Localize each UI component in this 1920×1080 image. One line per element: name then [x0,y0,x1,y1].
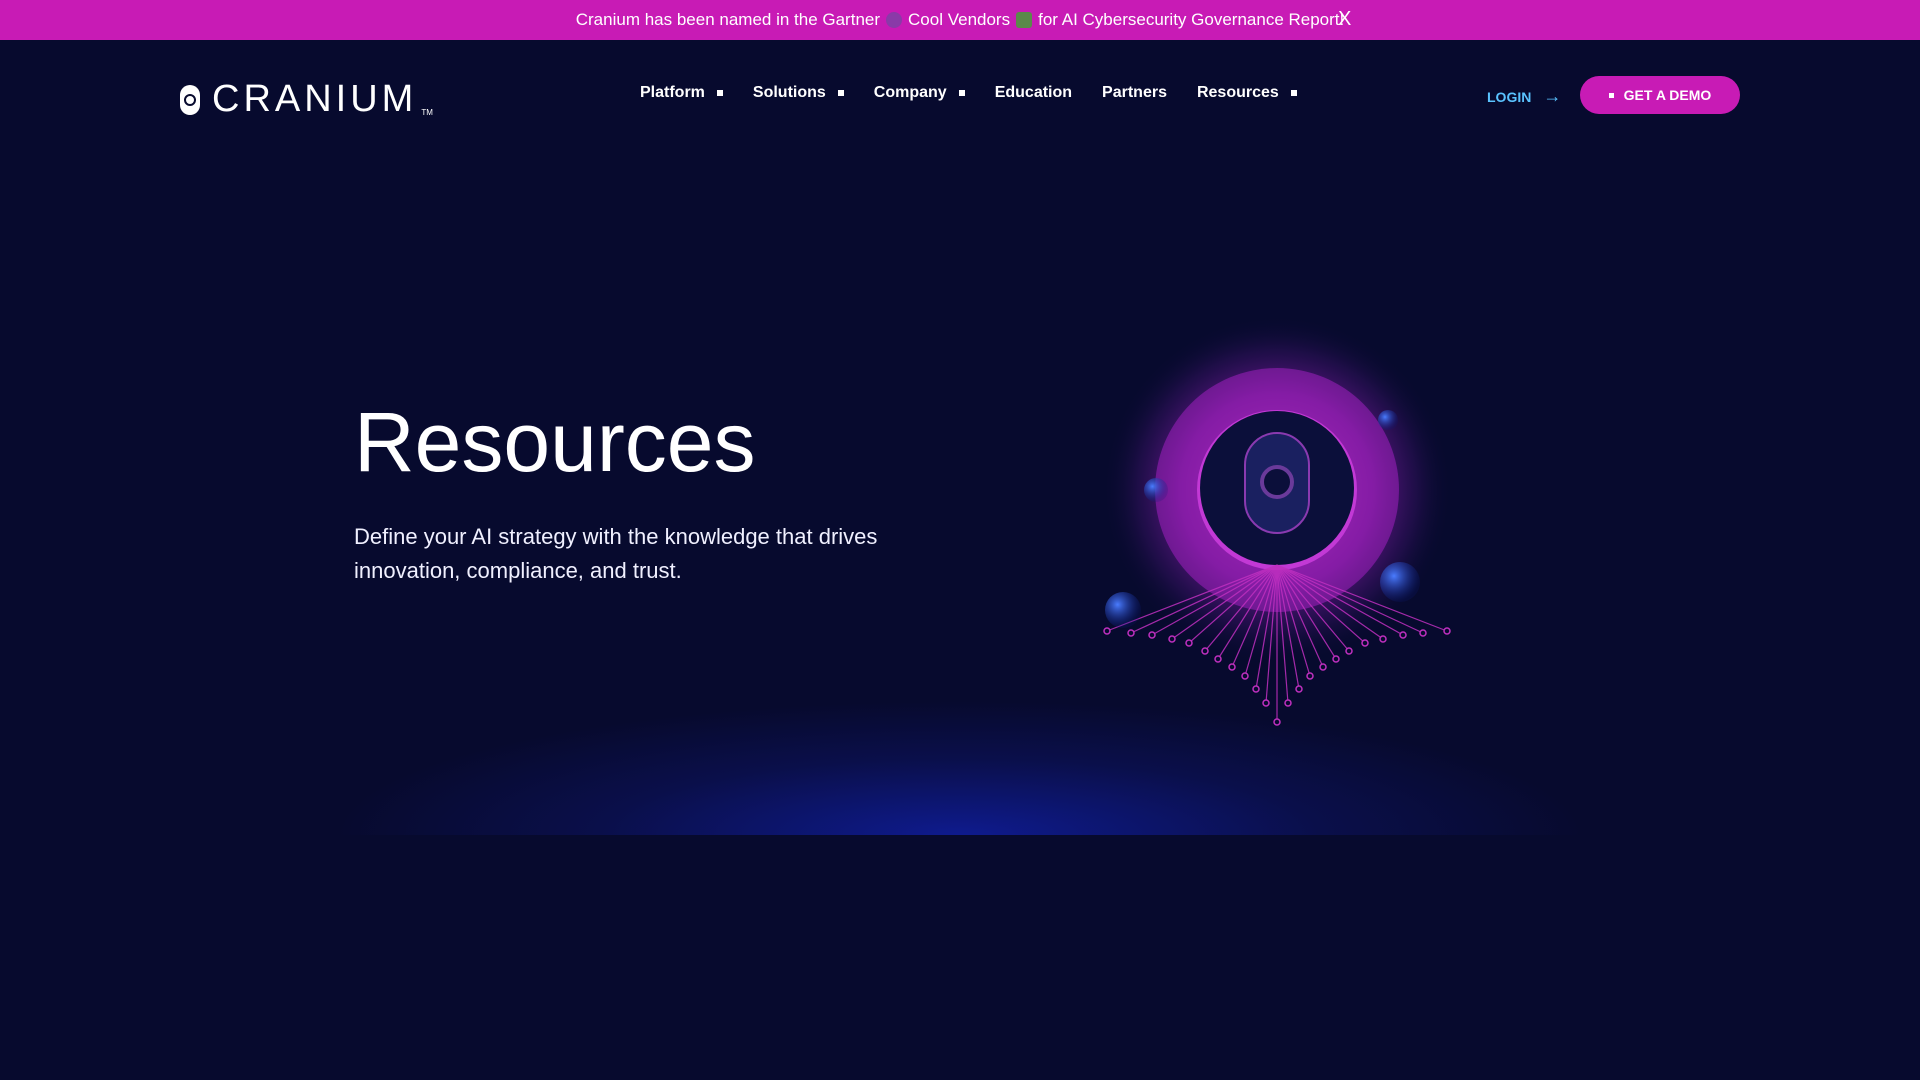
announcement-message[interactable]: Cranium has been named in the Gartner Co… [576,10,1345,30]
nav-item-platform[interactable]: Platform [640,84,723,102]
main-nav: Platform Solutions Company Education Par… [640,84,1297,102]
nav-item-label: Company [873,84,947,101]
cranium-logo[interactable]: CRANIUM TM [180,78,433,121]
nav-item-label: Education [994,84,1073,101]
floating-orb [1378,410,1398,430]
dropdown-indicator-icon [1290,90,1297,96]
nav-item-label: Partners [1102,84,1167,101]
arrow-right-icon: → [1543,86,1562,106]
nav-item-label: Solutions [752,84,826,101]
nav-item-education[interactable]: Education [995,84,1072,102]
announcement-close-button[interactable]: X [1338,8,1351,31]
nav-item-company[interactable]: Company [874,84,965,102]
nav-item-label: Resources [1196,84,1279,101]
announcement-bar: Cranium has been named in the Gartner Co… [0,0,1920,40]
dropdown-indicator-icon [716,90,723,96]
nav-item-partners[interactable]: Partners [1102,84,1167,102]
nav-item-label: Platform [640,84,705,101]
badge-emoji-icon [886,12,903,28]
bullet-icon [1608,92,1614,98]
get-demo-label: GET A DEMO [1623,87,1712,103]
brand-trademark: TM [421,108,433,117]
floating-orb [1105,592,1141,628]
page-title: Resources [354,395,756,489]
floating-orb [1144,478,1168,502]
nav-item-solutions[interactable]: Solutions [753,84,844,102]
floating-orb [1380,562,1420,602]
cranium-logo-icon [180,84,200,115]
announcement-text-before: Cranium has been named in the Gartner [575,10,881,29]
page-subtitle: Define your AI strategy with the knowled… [354,524,878,583]
ai-security-illustration [1102,315,1452,726]
login-label: LOGIN [1487,88,1532,105]
dropdown-indicator-icon [958,90,965,96]
nav-item-resources[interactable]: Resources [1197,84,1297,102]
brand-wordmark: CRANIUM [212,78,418,120]
login-link[interactable]: LOGIN → [1487,86,1561,107]
get-demo-button[interactable]: GET A DEMO [1580,76,1740,114]
announcement-text-after: for AI Cybersecurity Governance Report! [1038,10,1345,29]
announcement-text-middle: Cool Vendors [908,10,1011,29]
site-header: CRANIUM TM Platform Solutions Company Ed… [0,40,1920,150]
green-heart-emoji-icon [1016,12,1033,28]
dropdown-indicator-icon [837,90,844,96]
